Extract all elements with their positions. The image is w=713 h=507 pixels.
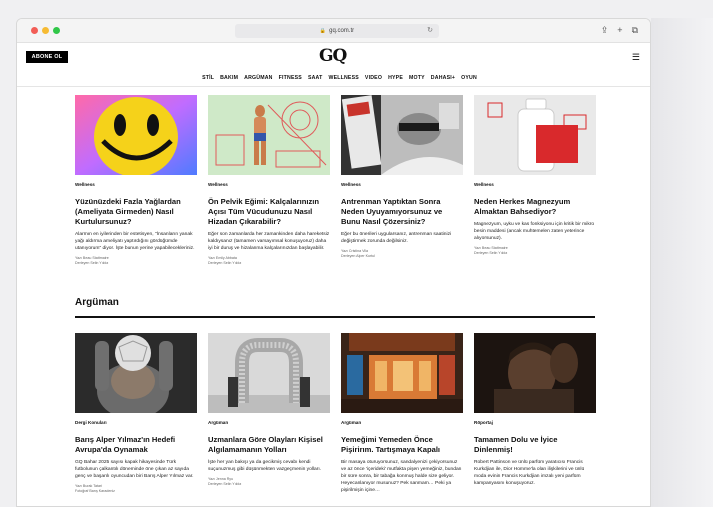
article-card[interactable]: Wellness Neden Herkes Magnezyum Almaktan… [474, 95, 596, 266]
article-title[interactable]: Barış Alper Yılmaz'ın Hedefi Avrupa'da O… [75, 435, 197, 455]
article-title[interactable]: Uzmanlara Göre Olayları Kişisel Algılama… [208, 435, 330, 455]
section-heading[interactable]: Argüman [75, 297, 119, 308]
article-category[interactable]: Argüman [208, 420, 330, 426]
article-category[interactable]: Röportaj [474, 420, 596, 426]
article-card[interactable]: Wellness Yüzünüzdeki Fazla Yağlardan (Am… [75, 95, 197, 266]
address-bar[interactable]: 🔒 gq.com.tr ↻ [235, 24, 439, 38]
article-category[interactable]: Dergi Konuları [75, 420, 197, 426]
article-card[interactable]: Wellness Antrenman Yaptıktan Sonra Neden… [341, 95, 463, 266]
article-image-smiley[interactable] [75, 95, 197, 175]
nav-item-stil[interactable]: STİL [202, 75, 214, 81]
article-image-pelvic[interactable] [208, 95, 330, 175]
article-category[interactable]: Wellness [474, 182, 596, 188]
article-title[interactable]: Neden Herkes Magnezyum Almaktan Bahsediy… [474, 197, 596, 217]
article-title[interactable]: Ön Pelvik Eğimi: Kalçalarınızın Açısı Tü… [208, 197, 330, 227]
minimize-window-button[interactable] [42, 27, 49, 34]
nav-item-video[interactable]: VIDEO [365, 75, 382, 81]
article-translator: Derleyen Selin Yıldız [208, 482, 242, 486]
article-title[interactable]: Yüzünüzdeki Fazla Yağlardan (Ameliyata G… [75, 197, 197, 227]
nav-item-hype[interactable]: HYPE [388, 75, 403, 81]
nav-item-arguman[interactable]: ARGÜMAN [244, 75, 273, 81]
article-summary: Magnezyum, uyku ve kas fonksiyonu için k… [474, 222, 595, 241]
article-category[interactable]: Wellness [341, 182, 463, 188]
main-nav: STİL BAKIM ARGÜMAN FITNESS SAAT WELLNESS… [17, 69, 650, 87]
article-category[interactable]: Wellness [208, 182, 330, 188]
lock-icon: 🔒 [319, 28, 327, 34]
article-image-tubes[interactable] [208, 333, 330, 413]
article-translator: Derleyen Alper Kurtul [341, 254, 375, 258]
article-summary: Eğer bu önerileri uygularsanız, antrenma… [341, 232, 452, 244]
article-translator: Derleyen Selin Yıldız [208, 261, 242, 265]
article-card[interactable]: Argüman Yemeğimi Yemeden Önce Pişirirım.… [341, 333, 463, 494]
article-summary: Alarmın en iyilerinden bir estetisyen, "… [75, 232, 195, 251]
section-divider [75, 316, 595, 318]
article-title[interactable]: Antrenman Yaptıktan Sonra Neden Uyuyamıy… [341, 197, 463, 227]
article-card[interactable]: Röportaj Tamamen Dolu ve İyice Dinlenmiş… [474, 333, 596, 494]
article-card[interactable]: Dergi Konuları Barış Alper Yılmaz'ın Hed… [75, 333, 197, 494]
article-title[interactable]: Tamamen Dolu ve İyice Dinlenmiş! [474, 435, 596, 455]
article-summary: Bir masaya oturuyorsunuz, sandalyenizi ç… [341, 460, 462, 493]
article-photographer: Fotoğraf Barış Karadeniz [75, 489, 115, 493]
article-image-restaurant[interactable] [341, 333, 463, 413]
article-translator: Derleyen Selin Yıldız [75, 261, 109, 265]
subscribe-button[interactable]: ABONE OL [26, 51, 68, 63]
article-card[interactable]: Argüman Uzmanlara Göre Olayları Kişisel … [208, 333, 330, 494]
arguman-article-row: Dergi Konuları Barış Alper Yılmaz'ın Hed… [75, 333, 596, 494]
article-translator: Derleyen Selin Yıldız [474, 251, 508, 255]
share-icon[interactable]: ⇪ [601, 24, 609, 36]
gq-logo[interactable]: GQ [319, 47, 347, 65]
article-category[interactable]: Wellness [75, 182, 197, 188]
article-summary: GQ Bahar 2025 sayısı kapak hikayesinde T… [75, 460, 194, 479]
maximize-window-button[interactable] [53, 27, 60, 34]
article-image-portrait[interactable] [474, 333, 596, 413]
reload-icon[interactable]: ↻ [427, 26, 433, 34]
wellness-article-row: Wellness Yüzünüzdeki Fazla Yağlardan (Am… [75, 95, 596, 266]
nav-item-saat[interactable]: SAAT [308, 75, 323, 81]
article-card[interactable]: Wellness Ön Pelvik Eğimi: Kalçalarınızın… [208, 95, 330, 266]
article-title[interactable]: Yemeğimi Yemeden Önce Pişirirım. Tartışm… [341, 435, 463, 455]
article-summary: Eğer son zamanlarda her zamankinden daha… [208, 232, 330, 251]
article-category[interactable]: Argüman [341, 420, 463, 426]
site-header: ABONE OL GQ ☰ [17, 43, 650, 69]
article-image-sleep[interactable] [341, 95, 463, 175]
close-window-button[interactable] [31, 27, 38, 34]
browser-actions: ⇪ + ⧉ [601, 24, 638, 36]
nav-item-fitness[interactable]: FITNESS [279, 75, 302, 81]
nav-item-wellness[interactable]: WELLNESS [328, 75, 358, 81]
browser-window: 🔒 gq.com.tr ↻ ⇪ + ⧉ ABONE OL GQ ☰ STİL B… [16, 18, 651, 507]
tabs-overview-icon[interactable]: ⧉ [632, 24, 638, 36]
article-summary: Robert Pattinson ve ünlü parfüm yaratıcı… [474, 460, 585, 486]
article-image-magnesium[interactable] [474, 95, 596, 175]
nav-item-bakim[interactable]: BAKIM [220, 75, 238, 81]
nav-item-moty[interactable]: MOTY [409, 75, 425, 81]
new-tab-icon[interactable]: + [617, 24, 622, 36]
article-image-football[interactable] [75, 333, 197, 413]
url-text: gq.com.tr [329, 28, 355, 34]
window-controls [31, 27, 60, 34]
background-shade [651, 18, 713, 507]
nav-item-dahasi[interactable]: DAHASI+ [431, 75, 455, 81]
hamburger-menu-icon[interactable]: ☰ [632, 53, 640, 62]
browser-toolbar: 🔒 gq.com.tr ↻ ⇪ + ⧉ [17, 19, 650, 43]
article-summary: İşte her yan bakışı ya da gecikmiş cevab… [208, 460, 322, 472]
nav-item-oyun[interactable]: OYUN [461, 75, 477, 81]
